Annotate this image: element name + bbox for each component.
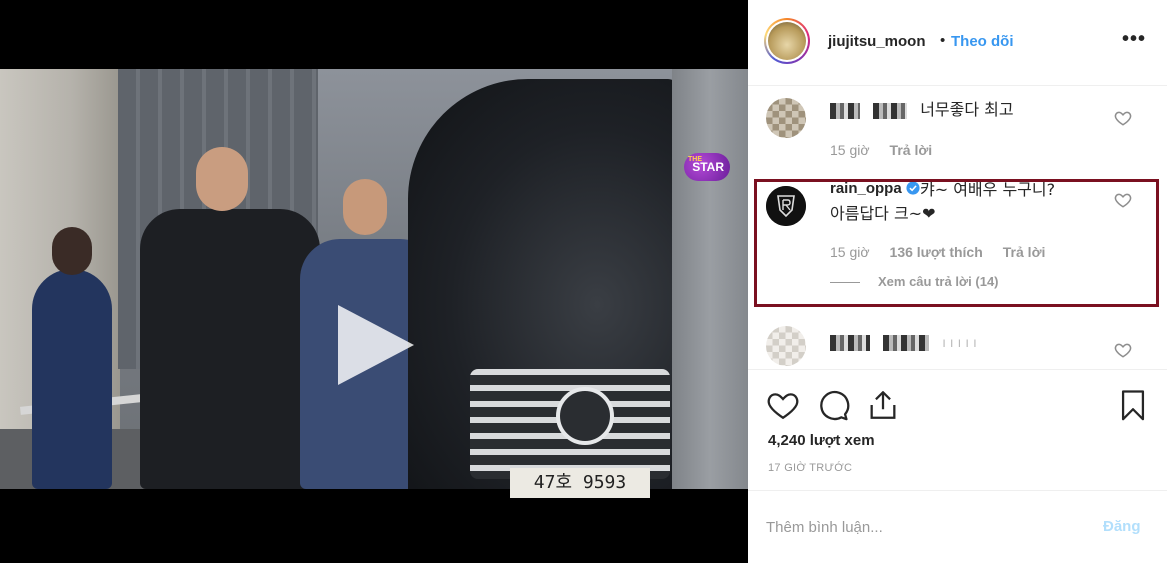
post-actions (748, 380, 1167, 430)
like-heart-icon[interactable] (766, 388, 800, 422)
post-header: jiujitsu_moon • Theo dõi ••• (748, 0, 1167, 86)
header-separator: • (940, 32, 946, 49)
highlight-annotation (754, 179, 1159, 307)
video-person-tall-man (140, 209, 320, 489)
the-star-logo: THE STAR (684, 153, 730, 181)
video-person-woman-left-head (52, 227, 92, 275)
like-heart-icon[interactable] (1114, 341, 1132, 359)
commenter-avatar[interactable] (766, 98, 806, 138)
blurred-username[interactable] (873, 102, 908, 119)
comment-text: 너무좋다 최고 (920, 100, 1014, 119)
share-upload-icon[interactable] (866, 388, 900, 422)
video-car-emblem (556, 387, 614, 445)
comment-text: ı ı ı ı ı (942, 336, 977, 351)
author-avatar-image (768, 22, 806, 60)
video-license-plate: 47호 9593 (510, 468, 650, 498)
author-avatar[interactable] (764, 18, 810, 64)
video-area: THE STAR 47호 9593 (0, 0, 748, 563)
blurred-username[interactable] (830, 334, 870, 351)
comment-meta: 15 giờ Trả lời (830, 142, 952, 158)
add-comment-bar: Đăng (748, 490, 1167, 563)
post-timestamp: 17 GIỜ TRƯỚC (768, 462, 853, 474)
comments-list[interactable]: 너무좋다 최고 15 giờ Trả lời rain_oppa 캬~ 여배우 누… (748, 86, 1167, 370)
video-player[interactable]: THE STAR (0, 69, 748, 489)
post-panel: jiujitsu_moon • Theo dõi ••• 너무좋다 최고 15 … (748, 0, 1167, 563)
like-heart-icon[interactable] (1114, 109, 1132, 127)
comment-time: 15 giờ (830, 142, 870, 158)
play-icon[interactable] (338, 305, 414, 385)
follow-button[interactable]: Theo dõi (951, 33, 1014, 50)
comment-body: ı ı ı ı ı (830, 330, 977, 356)
video-pillar (672, 69, 748, 489)
video-person-tall-man-head (196, 147, 248, 211)
reply-button[interactable]: Trả lời (890, 142, 933, 158)
commenter-avatar[interactable] (766, 326, 806, 366)
comment-bubble-icon[interactable] (816, 388, 850, 422)
the-star-logo-small: THE (688, 156, 702, 163)
comment-input[interactable] (766, 515, 1066, 539)
blurred-username[interactable] (883, 334, 930, 351)
comment-body: 너무좋다 최고 (830, 98, 1014, 122)
post-comment-button[interactable]: Đăng (1103, 518, 1141, 535)
blurred-username[interactable] (830, 102, 860, 119)
view-count[interactable]: 4,240 lượt xem (768, 432, 875, 449)
more-options-icon[interactable]: ••• (1122, 28, 1146, 51)
video-person-woman-left (32, 269, 112, 489)
video-person-man-blue-head (343, 179, 387, 235)
author-username[interactable]: jiujitsu_moon (828, 33, 926, 50)
bookmark-icon[interactable] (1116, 388, 1150, 422)
